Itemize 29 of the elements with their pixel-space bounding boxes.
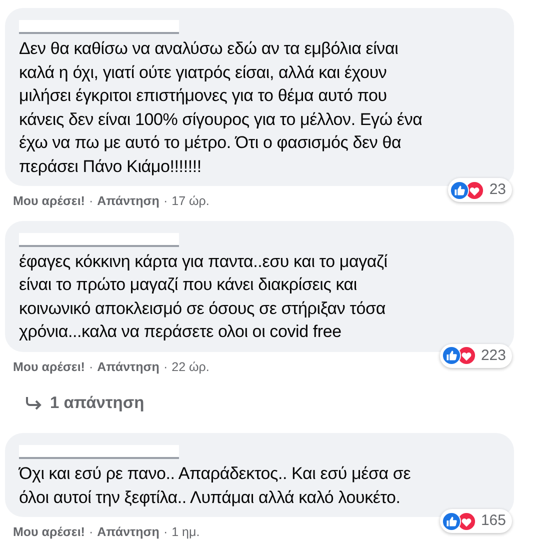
separator-dot: · [88,358,94,376]
reaction-count: 223 [480,346,506,366]
reply-arrow-icon [25,396,42,410]
comment-text: έφαγες κόκκινη κάρτα για παντα..εσυ και το μαγαζί είναι το πρώτο μαγαζί που κάνει διακρίσεις και κοινωνικό αποκλεισμό σε όσους σε στήριξαν τόσα χρόνια...καλα να περάσετε ολοι οι covid free [19,250,388,344]
reactions-pill[interactable]: 23 [448,178,512,202]
timestamp: 1 ημ. [172,524,200,541]
reactions-pill[interactable]: 223 [440,344,512,368]
timestamp: 17 ώρ. [172,193,210,210]
separator-dot: · [163,193,168,210]
reply-link[interactable]: Απάντηση [97,192,160,211]
view-replies-link[interactable]: 1 απάντηση [5,376,144,424]
comment-text: Όχι και εσύ ρε πανο.. Απαράδεκτος.. Και εσύ μέσα σε όλοι αυτοί την ξεφτίλα.. Λυπάμαι αλλά καλό λουκέτο. [19,463,412,509]
separator-dot: · [163,524,168,541]
like-link[interactable]: Μου αρέσει! [13,192,85,211]
separator-dot: · [163,358,168,376]
timestamp: 22 ώρ. [172,358,210,376]
separator-dot: · [88,524,94,541]
like-link[interactable]: Μου αρέσει! [13,523,85,541]
comment-text: Δεν θα καθίσω να αναλύσω εδώ αν τα εμβόλια είναι καλά η όχι, γιατί ούτε γιατρός είσαι, αλλά και έχουν μιλήσει έγκριτοι επιστήμονες για το θέμα αυτό που κάνεις δεν είναι 100% σίγουρος για το μέλλον. Εγώ ένα έχω να πω με αυτό το μέτρο. Ότι ο φασισμός δεν θα περάσει Πάνο Κιάμο!!!!!!! [19,38,424,178]
like-icon [442,346,461,366]
reactions-pill[interactable]: 165 [440,509,512,534]
reply-link[interactable]: Απάντηση [97,358,160,376]
like-icon [442,512,461,531]
separator-dot: · [88,193,94,210]
reaction-count: 165 [480,511,506,531]
like-link[interactable]: Μου αρέσει! [13,358,85,376]
reply-link[interactable]: Απάντηση [97,523,160,541]
like-icon [450,180,470,200]
reaction-count: 23 [489,180,506,200]
